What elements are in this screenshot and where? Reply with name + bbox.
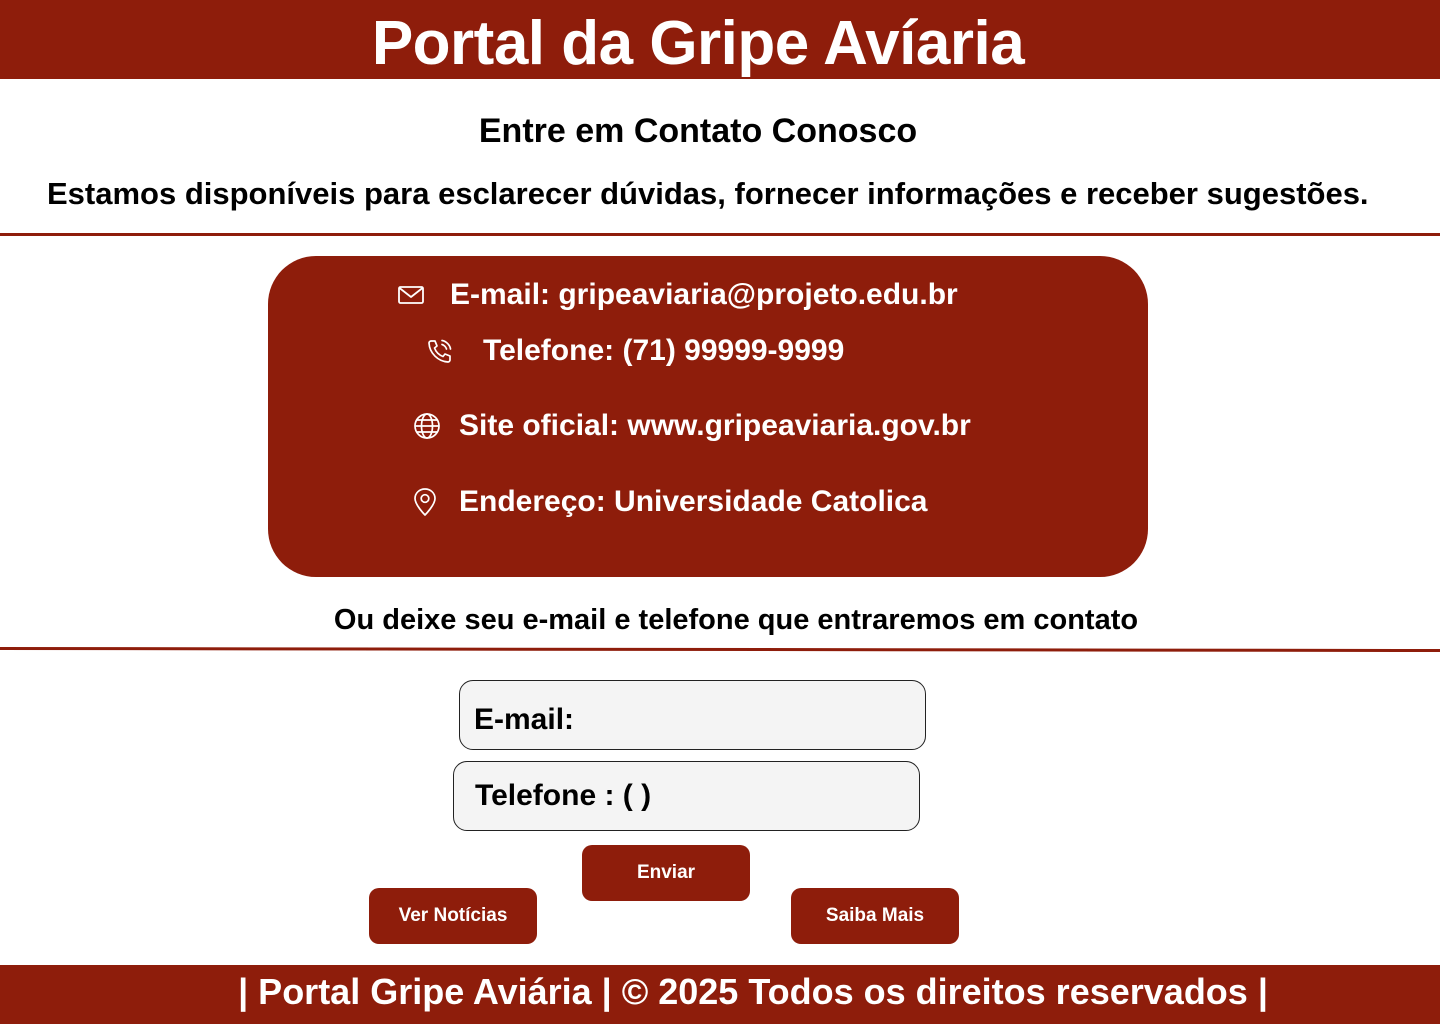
email-field-label: E-mail: xyxy=(474,703,575,736)
divider-bottom xyxy=(0,646,1440,653)
footer-text: | Portal Gripe Aviária | © 2025 Todos os… xyxy=(238,971,1268,1012)
contact-site-label[interactable]: Site oficial: www.gripeaviaria.gov.br xyxy=(459,409,971,443)
contact-address-label: Endereço: Universidade Catolica xyxy=(459,485,928,518)
email-field[interactable]: E-mail: xyxy=(459,680,926,750)
contact-address-row: Endereço: Universidade Catolica xyxy=(410,485,928,519)
contact-phone-row: Telefone: (71) 99999-9999 xyxy=(425,334,844,368)
phone-icon xyxy=(425,336,455,366)
send-button[interactable]: Enviar xyxy=(582,845,750,901)
mail-icon xyxy=(396,280,426,310)
site-title: Portal da Gripe Avíaria xyxy=(371,9,1025,78)
map-pin-icon xyxy=(410,487,440,517)
contact-site-row: Site oficial: www.gripeaviaria.gov.br xyxy=(412,409,971,443)
globe-icon xyxy=(412,411,442,441)
contact-card: E-mail: gripeaviaria@projeto.edu.br Tele… xyxy=(268,256,1148,577)
phone-field[interactable]: Telefone : ( ) xyxy=(453,761,920,831)
phone-field-label: Telefone : ( ) xyxy=(475,779,652,812)
site-header: Portal da Gripe Avíaria xyxy=(0,0,1440,79)
page: Portal da Gripe Avíaria Entre em Contato… xyxy=(0,0,1440,1024)
form-intro: Ou deixe seu e-mail e telefone que entra… xyxy=(333,604,1139,636)
contact-phone-label[interactable]: Telefone: (71) 99999-9999 xyxy=(483,334,844,368)
site-footer: | Portal Gripe Aviária | © 2025 Todos os… xyxy=(0,965,1440,1024)
contact-subtitle: Estamos disponíveis para esclarecer dúvi… xyxy=(47,176,1369,211)
divider-top xyxy=(0,233,1440,236)
learn-more-button[interactable]: Saiba Mais xyxy=(791,888,959,944)
news-button[interactable]: Ver Notícias xyxy=(369,888,537,944)
contact-title: Entre em Contato Conosco xyxy=(478,112,918,150)
contact-email-row: E-mail: gripeaviaria@projeto.edu.br xyxy=(396,278,958,312)
contact-email-label[interactable]: E-mail: gripeaviaria@projeto.edu.br xyxy=(450,278,958,312)
